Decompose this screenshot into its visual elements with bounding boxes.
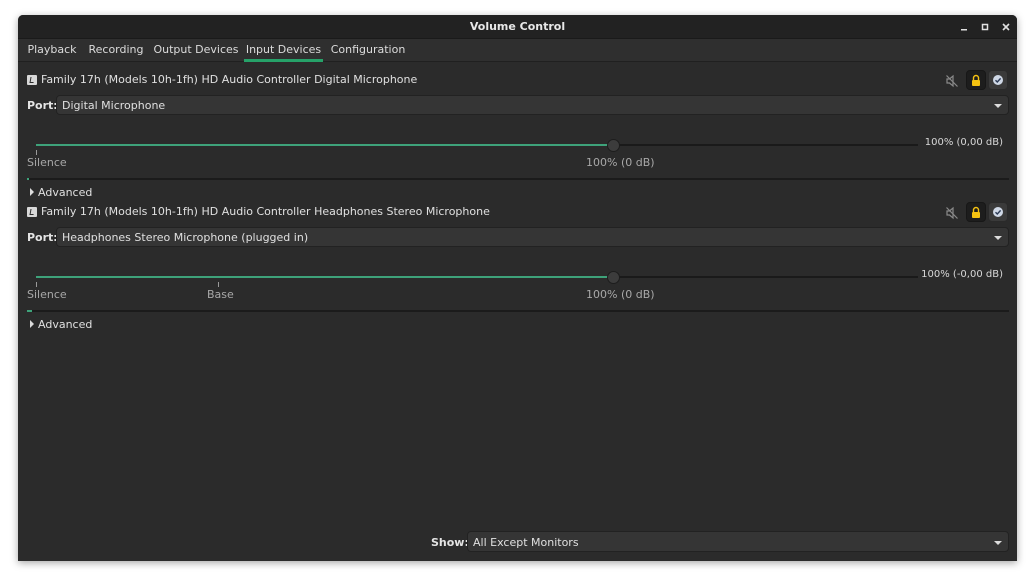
device-name: Family 17h (Models 10h-1fh) HD Audio Con… [41, 73, 418, 86]
advanced-label: Advanced [38, 318, 93, 331]
chevron-down-icon [994, 541, 1002, 545]
volume-readout: 100% (0,00 dB) [924, 137, 1003, 148]
expander-arrow-icon [30, 320, 34, 328]
show-filter-value: All Except Monitors [473, 536, 579, 549]
lock-channels-button[interactable] [966, 70, 986, 90]
checkmark-icon [993, 75, 1003, 85]
checkmark-icon [993, 207, 1003, 217]
silence-tick [36, 150, 37, 155]
device-name: Family 17h (Models 10h-1fh) HD Audio Con… [41, 205, 490, 218]
tab-configuration[interactable]: Configuration [329, 39, 407, 62]
peak-level-fill [27, 178, 29, 180]
maximize-icon[interactable] [977, 19, 993, 35]
port-label: Port: [27, 231, 58, 244]
tab-input-devices[interactable]: Input Devices [244, 39, 323, 62]
show-filter-label: Show: [431, 536, 469, 549]
tab-recording[interactable]: Recording [85, 39, 147, 62]
audio-card-icon [27, 207, 37, 217]
volume-slider-knob[interactable] [607, 139, 620, 152]
volume-slider[interactable] [36, 276, 918, 278]
advanced-label: Advanced [38, 186, 93, 199]
volume-slider-fill [36, 276, 613, 278]
mute-toggle-icon[interactable] [945, 74, 959, 88]
tab-playback[interactable]: Playback [24, 39, 80, 62]
port-select[interactable]: Digital Microphone [56, 95, 1009, 115]
full-volume-mark-label: 100% (0 dB) [586, 156, 655, 169]
full-volume-mark-label: 100% (0 dB) [586, 288, 655, 301]
chevron-down-icon [994, 104, 1002, 108]
advanced-expander[interactable]: Advanced [30, 186, 92, 199]
volume-slider[interactable] [36, 144, 918, 146]
set-default-button[interactable] [988, 70, 1008, 90]
peak-level-meter [27, 310, 1009, 312]
set-default-button[interactable] [988, 202, 1008, 222]
minimize-icon[interactable] [956, 19, 972, 35]
volume-slider-fill [36, 144, 613, 146]
show-filter-select[interactable]: All Except Monitors [467, 531, 1009, 552]
silence-mark-label: Silence [27, 156, 67, 169]
chevron-down-icon [994, 236, 1002, 240]
advanced-expander[interactable]: Advanced [30, 318, 92, 331]
base-tick [218, 282, 219, 287]
port-label: Port: [27, 99, 58, 112]
mute-toggle-icon[interactable] [945, 206, 959, 220]
expander-arrow-icon [30, 188, 34, 196]
volume-slider-knob[interactable] [607, 271, 620, 284]
titlebar: Volume Control [18, 15, 1017, 39]
port-select-value: Headphones Stereo Microphone (plugged in… [62, 231, 309, 244]
port-select-value: Digital Microphone [62, 99, 166, 112]
base-mark-label: Base [207, 288, 234, 301]
port-select[interactable]: Headphones Stereo Microphone (plugged in… [56, 227, 1009, 247]
tab-bar: Playback Recording Output Devices Input … [18, 39, 1017, 62]
lock-channels-button[interactable] [966, 202, 986, 222]
peak-level-fill [27, 310, 32, 312]
close-icon[interactable] [998, 19, 1014, 35]
lock-icon [972, 206, 980, 218]
volume-readout: 100% (-0,00 dB) [921, 269, 1003, 280]
tab-output-devices[interactable]: Output Devices [153, 39, 239, 62]
audio-card-icon [27, 75, 37, 85]
peak-level-meter [27, 178, 1009, 180]
volume-control-window: Volume Control Playback Recording Output… [18, 15, 1017, 561]
silence-tick [36, 282, 37, 287]
silence-mark-label: Silence [27, 288, 67, 301]
window-title: Volume Control [469, 20, 566, 33]
lock-icon [972, 74, 980, 86]
